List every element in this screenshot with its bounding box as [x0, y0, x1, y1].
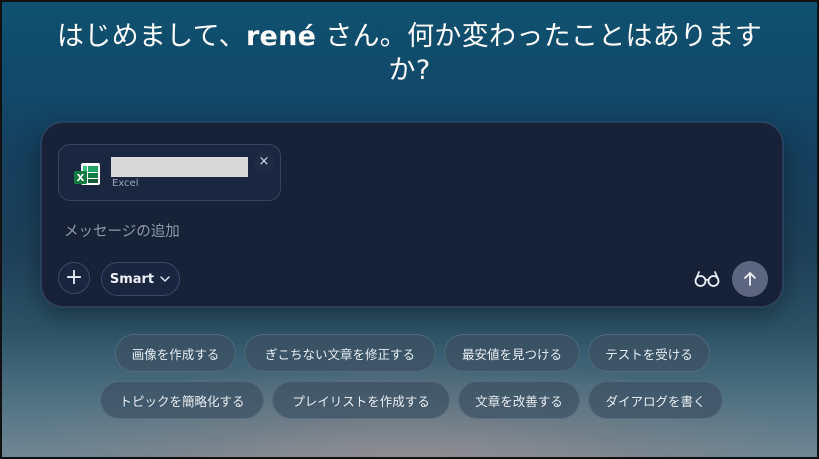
mode-selector-button[interactable]: Smart [101, 262, 180, 296]
copilot-window: はじめまして、rené さん。何か変わったことはありますか? X Excel ×… [0, 0, 819, 459]
remove-attachment-button[interactable]: × [254, 152, 274, 172]
glasses-icon[interactable] [693, 267, 721, 291]
suggestion-chip[interactable]: トピックを簡略化する [100, 381, 264, 419]
message-input[interactable] [64, 221, 664, 243]
suggestion-chip[interactable]: テストを受ける [588, 334, 710, 372]
user-name: rené [245, 21, 317, 52]
chevron-down-icon [160, 276, 170, 282]
svg-text:X: X [77, 173, 85, 184]
mode-label: Smart [109, 271, 155, 287]
file-type-label: Excel [112, 178, 139, 189]
add-button[interactable]: + [58, 262, 90, 294]
file-name-redacted [111, 157, 248, 177]
excel-icon: X [74, 163, 100, 185]
greeting-suffix: さん。何か変わったことはありますか? [316, 21, 762, 86]
send-button[interactable] [732, 261, 768, 297]
attachment-card[interactable]: X Excel × [58, 144, 281, 201]
plus-icon: + [64, 265, 84, 290]
message-composer: X Excel × + Smart [41, 122, 783, 307]
suggestion-chip[interactable]: ダイアログを書く [588, 381, 723, 419]
suggestion-chip[interactable]: 画像を作成する [115, 334, 236, 372]
greeting-heading: はじめまして、rené さん。何か変わったことはありますか? [42, 20, 777, 88]
suggestion-chip[interactable]: 最安値を見つける [444, 334, 580, 372]
suggestion-chip[interactable]: 文章を改善する [458, 381, 580, 419]
suggestion-chip[interactable]: プレイリストを作成する [272, 381, 450, 419]
greeting-prefix: はじめまして、 [56, 21, 246, 52]
suggestion-chip[interactable]: ぎこちない文章を修正する [244, 334, 436, 372]
arrow-up-icon [744, 272, 756, 286]
